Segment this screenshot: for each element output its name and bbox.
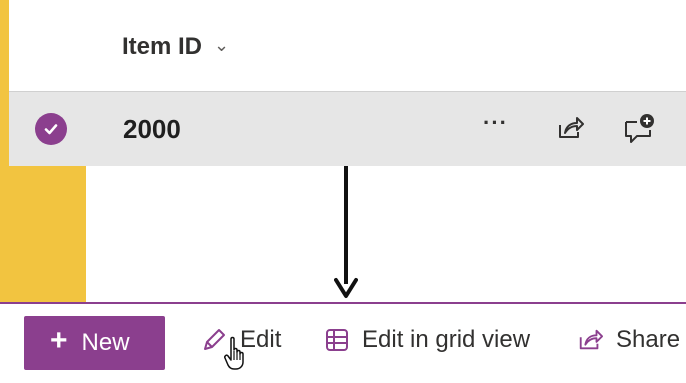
share-icon [579, 329, 603, 350]
chevron-down-icon: ⌄ [214, 34, 230, 55]
edit-in-grid-view-label: Edit in grid view [362, 326, 531, 353]
column-header-label: Item ID [122, 33, 203, 60]
hand-pointer-cursor-icon [224, 336, 250, 377]
edit-in-grid-view-button[interactable]: Edit in grid view [324, 326, 530, 354]
grid-icon [326, 329, 348, 351]
add-comment-icon[interactable] [623, 112, 657, 151]
annotation-arrow-line [344, 166, 348, 284]
new-button[interactable]: + New [24, 316, 165, 370]
column-header-item-id[interactable]: Item ID ⌄ [122, 30, 229, 64]
share-button-label: Share [616, 326, 681, 353]
plus-icon: + [50, 324, 68, 357]
table-row[interactable]: 2000 ··· [9, 91, 686, 166]
row-selected-checkmark-icon[interactable] [35, 113, 67, 145]
row-item-id[interactable]: 2000 [123, 114, 181, 145]
share-icon[interactable] [555, 114, 585, 147]
command-bar: + New Edit Edit in grid view Share [0, 302, 686, 383]
share-button[interactable]: Share [576, 326, 680, 354]
new-button-label: New [81, 329, 130, 356]
more-options-icon[interactable]: ··· [483, 110, 508, 136]
left-accent-panel [0, 165, 86, 303]
